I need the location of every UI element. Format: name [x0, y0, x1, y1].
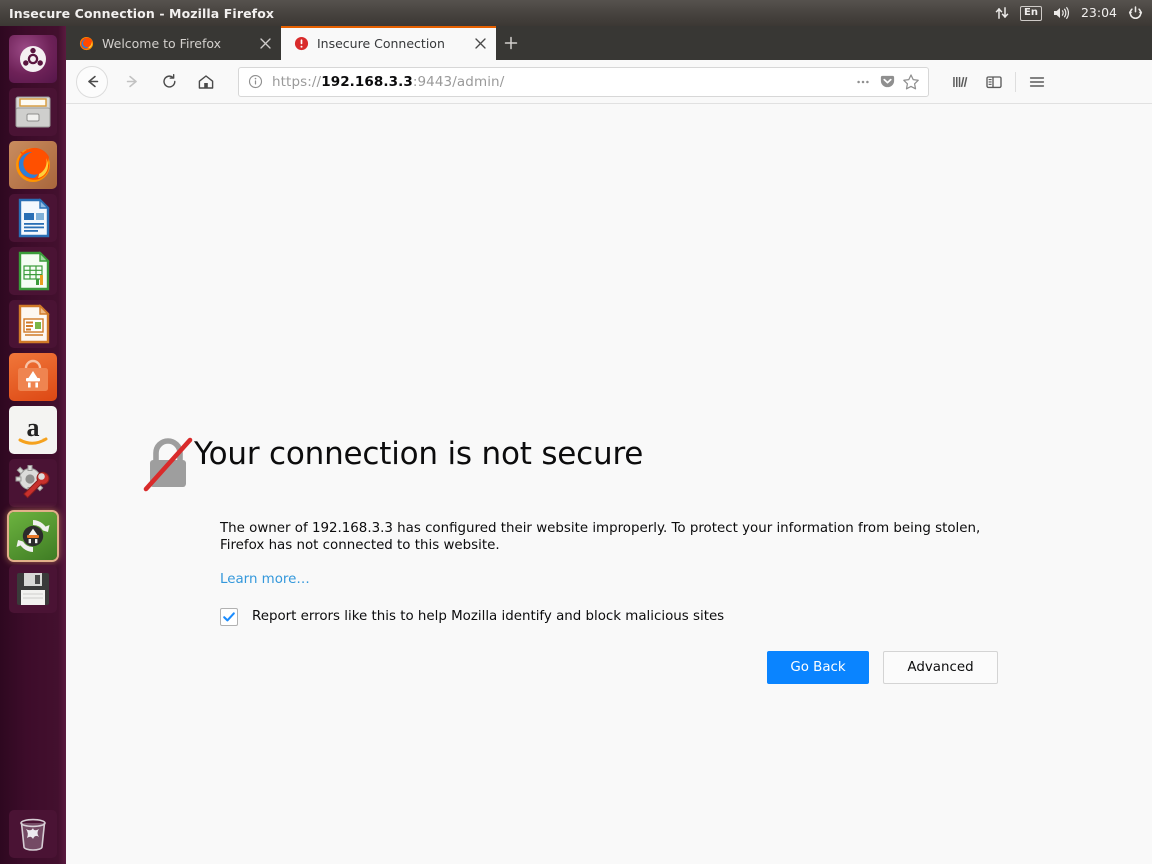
pocket-icon[interactable] — [876, 71, 898, 93]
url-path: :9443/admin/ — [412, 73, 505, 90]
launcher-item-ubuntu-dash[interactable] — [9, 35, 57, 83]
url-scheme: https:// — [272, 73, 322, 90]
network-up-down-icon[interactable] — [995, 6, 1009, 20]
toolbar-right-group — [945, 67, 1056, 97]
software-center-icon — [18, 359, 48, 391]
forward-button[interactable] — [117, 67, 147, 97]
sidebar-toggle-button[interactable] — [979, 67, 1009, 97]
hamburger-menu-icon — [1029, 76, 1045, 87]
launcher-item-software-updater[interactable] — [9, 512, 57, 560]
error-actions: Go Back Advanced — [220, 650, 998, 684]
library-button[interactable] — [945, 67, 975, 97]
firefox-window: Welcome to Firefox Insecure Connection h… — [66, 26, 1152, 864]
amazon-icon: a — [18, 413, 48, 445]
advanced-button[interactable]: Advanced — [883, 650, 998, 684]
launcher-item-disk-image-writer[interactable] — [9, 565, 57, 613]
launcher-item-trash[interactable] — [9, 810, 57, 858]
page-content: Your connection is not secure The owner … — [66, 104, 1152, 863]
firefox-icon — [78, 35, 94, 51]
home-icon — [198, 74, 214, 89]
launcher-item-system-settings[interactable] — [9, 459, 57, 507]
launcher-item-libreoffice-calc[interactable] — [9, 247, 57, 295]
launcher-item-firefox[interactable] — [9, 141, 57, 189]
forward-arrow-icon — [126, 75, 137, 88]
info-circle-icon[interactable] — [248, 74, 263, 89]
tab-title: Insecure Connection — [317, 35, 445, 51]
ubuntu-logo-icon — [20, 46, 46, 72]
reload-button[interactable] — [154, 67, 184, 97]
back-arrow-icon — [87, 75, 98, 88]
page-actions-ellipsis-icon[interactable] — [852, 71, 874, 93]
url-host: 192.168.3.3 — [321, 73, 413, 90]
launcher-item-ubuntu-software[interactable] — [9, 353, 57, 401]
tab-close-icon[interactable] — [257, 35, 273, 51]
presentation-impress-icon — [18, 304, 50, 344]
unity-launcher: a — [0, 26, 66, 864]
tab-insecure-connection[interactable]: Insecure Connection — [281, 26, 496, 60]
unity-top-panel: Insecure Connection - Mozilla Firefox En… — [0, 0, 1152, 26]
bookmark-star-icon[interactable] — [900, 71, 922, 93]
launcher-item-files[interactable] — [9, 88, 57, 136]
reload-icon — [162, 73, 175, 88]
report-errors-row: Report errors like this to help Mozilla … — [220, 607, 1002, 626]
clock[interactable]: 23:04 — [1081, 6, 1117, 20]
warning-icon — [293, 35, 309, 51]
library-icon — [953, 76, 968, 87]
error-header: Your connection is not secure — [142, 433, 1002, 496]
software-updater-icon — [16, 520, 50, 552]
navigation-toolbar: https://192.168.3.3:9443/admin/ — [66, 60, 1152, 104]
file-manager-icon — [15, 96, 51, 128]
keyboard-layout-indicator[interactable]: En — [1020, 5, 1042, 21]
error-description: The owner of 192.168.3.3 has configured … — [220, 521, 981, 554]
plus-icon — [504, 36, 518, 50]
learn-more-link[interactable]: Learn more… — [220, 572, 310, 587]
tab-title: Welcome to Firefox — [102, 35, 222, 51]
launcher-item-libreoffice-writer[interactable] — [9, 194, 57, 242]
tab-strip: Welcome to Firefox Insecure Connection — [66, 26, 1152, 60]
home-button[interactable] — [191, 67, 221, 97]
svg-text:a: a — [27, 413, 40, 442]
url-text[interactable]: https://192.168.3.3:9443/admin/ — [272, 74, 850, 90]
report-errors-checkbox[interactable] — [220, 607, 238, 626]
system-power-gear-icon[interactable] — [1128, 5, 1143, 21]
checkmark-icon — [223, 612, 235, 622]
floppy-disk-icon — [17, 573, 49, 605]
launcher-item-libreoffice-impress[interactable] — [9, 300, 57, 348]
settings-gear-wrench-icon — [15, 465, 50, 499]
broken-padlock-icon — [142, 436, 194, 496]
sidebar-icon — [986, 75, 1002, 88]
trash-icon — [20, 818, 46, 851]
page-title: Your connection is not secure — [194, 436, 644, 472]
new-tab-button[interactable] — [496, 26, 526, 60]
spreadsheet-calc-icon — [18, 251, 50, 291]
window-title: Insecure Connection - Mozilla Firefox — [9, 5, 275, 21]
firefox-icon — [16, 147, 50, 182]
tab-welcome-to-firefox[interactable]: Welcome to Firefox — [66, 26, 281, 60]
tab-close-icon[interactable] — [472, 35, 488, 51]
app-menu-button[interactable] — [1022, 67, 1052, 97]
report-errors-label: Report errors like this to help Mozilla … — [252, 609, 725, 625]
volume-icon[interactable] — [1053, 6, 1070, 20]
back-button[interactable] — [76, 65, 108, 98]
launcher-item-amazon[interactable]: a — [9, 406, 57, 454]
system-tray: En 23:04 — [995, 5, 1152, 21]
toolbar-separator — [1015, 71, 1016, 92]
url-bar[interactable]: https://192.168.3.3:9443/admin/ — [238, 66, 929, 97]
go-back-button[interactable]: Go Back — [767, 650, 869, 684]
document-writer-icon — [18, 198, 50, 238]
certificate-error-page: Your connection is not secure The owner … — [142, 433, 1002, 684]
error-body: The owner of 192.168.3.3 has configured … — [220, 520, 1002, 684]
